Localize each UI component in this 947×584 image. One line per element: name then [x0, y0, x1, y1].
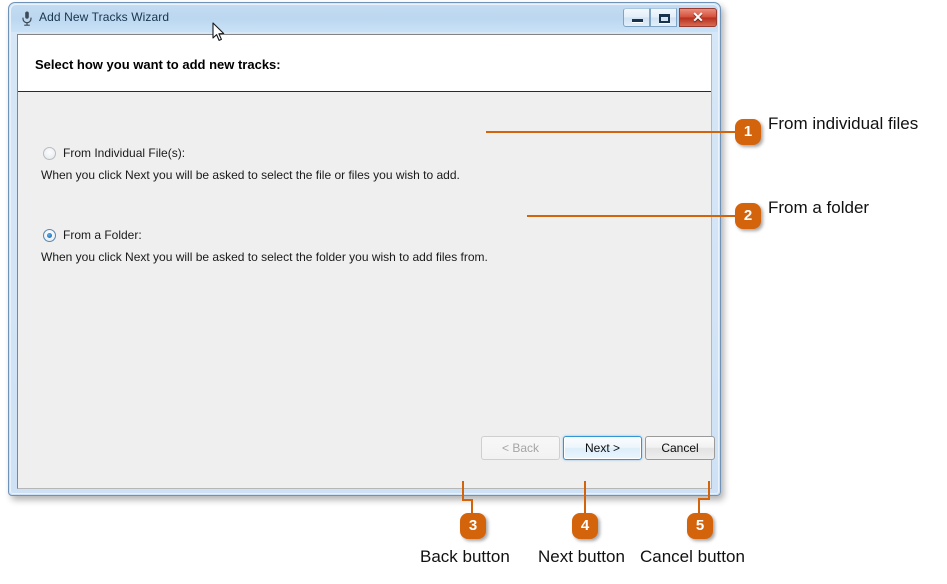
radio-row[interactable]: From Individual File(s): [18, 146, 711, 164]
cancel-button[interactable]: Cancel [645, 436, 715, 460]
next-button[interactable]: Next > [563, 436, 642, 460]
leader-line-3-upper [462, 481, 464, 500]
leader-line-1 [486, 131, 736, 133]
callout-badge-3: 3 [460, 513, 486, 539]
back-button[interactable]: < Back [481, 436, 560, 460]
radio-label-from-a-folder: From a Folder: [63, 228, 142, 242]
close-button[interactable]: ✕ [679, 8, 717, 27]
radio-from-a-folder[interactable] [43, 229, 56, 242]
callout-badge-1: 1 [735, 119, 761, 145]
wizard-body-panel: From Individual File(s): When you click … [18, 93, 715, 488]
radio-row[interactable]: From a Folder: [18, 228, 711, 246]
leader-line-5-upper [708, 481, 710, 499]
callout-badge-2: 2 [735, 203, 761, 229]
wizard-window: Add New Tracks Wizard ✕ Select how you w… [8, 2, 721, 496]
option-description-folder: When you click Next you will be asked to… [41, 250, 488, 264]
radio-label-from-individual-files: From Individual File(s): [63, 146, 186, 160]
maximize-icon [659, 14, 670, 23]
microphone-icon [19, 10, 35, 27]
callout-label-1: From individual files [768, 114, 919, 133]
option-from-individual-files[interactable]: From Individual File(s): When you click … [18, 146, 711, 182]
window-titlebar[interactable]: Add New Tracks Wizard ✕ [11, 5, 718, 32]
page-title: Select how you want to add new tracks: [35, 57, 281, 72]
leader-line-2 [527, 215, 736, 217]
leader-line-5-lower [698, 499, 700, 514]
leader-line-3-lower [471, 500, 473, 514]
option-description-individual-files: When you click Next you will be asked to… [41, 168, 460, 182]
callout-label-2: From a folder [768, 198, 870, 217]
callout-badge-4: 4 [572, 513, 598, 539]
radio-from-individual-files[interactable] [43, 147, 56, 160]
window-title: Add New Tracks Wizard [39, 10, 170, 24]
callout-label-5: Cancel button [640, 547, 745, 566]
window-client-area: Select how you want to add new tracks: F… [17, 34, 715, 489]
leader-line-4 [584, 481, 586, 514]
callout-label-4: Next button [538, 547, 625, 566]
wizard-header-panel: Select how you want to add new tracks: [18, 35, 711, 92]
option-from-a-folder[interactable]: From a Folder: When you click Next you w… [18, 228, 711, 264]
callout-label-3: Back button [420, 547, 510, 566]
callout-badge-5: 5 [687, 513, 713, 539]
close-icon: ✕ [692, 9, 704, 25]
maximize-button[interactable] [650, 8, 677, 27]
minimize-button[interactable] [623, 8, 650, 27]
minimize-icon [632, 19, 643, 22]
mouse-cursor-icon [212, 22, 226, 43]
